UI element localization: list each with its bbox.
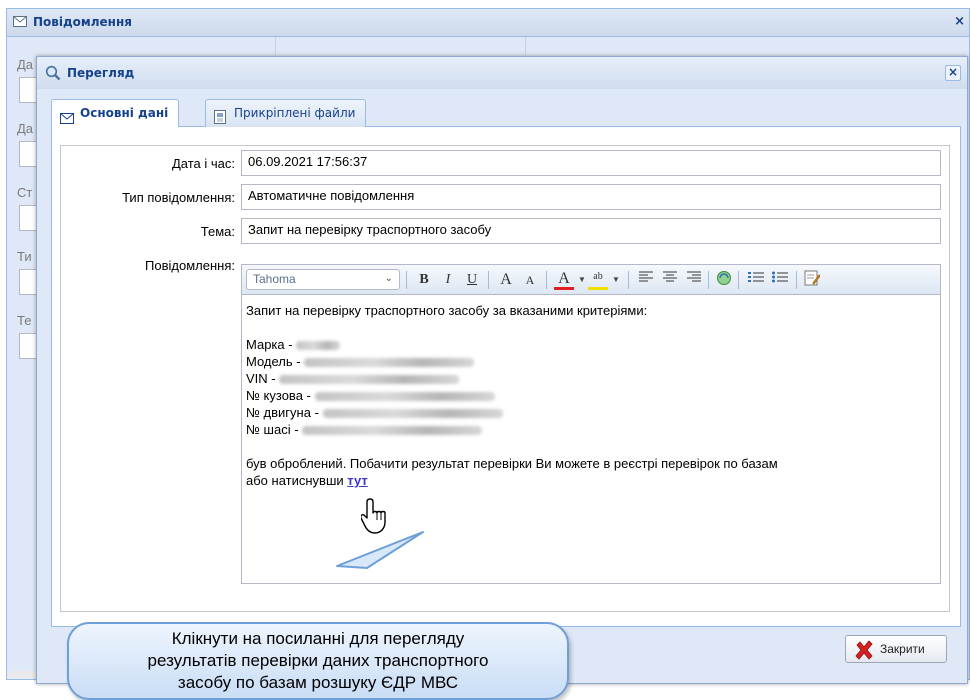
subject-label: Тема:	[200, 224, 235, 239]
chevron-down-icon: ⌄	[384, 273, 393, 284]
datetime-field[interactable]: 06.09.2021 17:56:37	[241, 150, 941, 176]
hint-callout: Клікнути на посиланні для перегляду резу…	[67, 622, 569, 700]
message-closing: був оброблений. Побачити результат перев…	[246, 456, 778, 471]
hand-cursor-icon	[361, 498, 386, 534]
tab-label: Основні дані	[80, 106, 169, 120]
callout-line: засобу по базам розшуку ЄДР МВС	[177, 673, 459, 692]
toolbar-separator	[628, 271, 629, 289]
field-label-chassis-number: № шасі -	[246, 422, 299, 437]
background-window-header: Повідомлення ×	[7, 9, 969, 37]
close-button[interactable]: Закрити	[845, 635, 947, 663]
editor-content[interactable]: Запит на перевірку траспортного засобу з…	[242, 296, 940, 583]
redacted-value	[304, 358, 475, 368]
message-editor[interactable]: Tahoma ⌄ B I U A A A ▼ ab ▼ Запит на пер…	[241, 264, 941, 584]
bg-label: Ст	[17, 185, 33, 200]
insert-link-icon[interactable]	[714, 270, 734, 290]
message-field-line: № кузова -	[246, 387, 936, 404]
font-family-value: Tahoma	[253, 272, 296, 286]
background-window-title: Повідомлення	[33, 15, 132, 29]
bg-label: Да	[17, 121, 34, 136]
message-field-line: № шасі -	[246, 421, 936, 438]
envelope-icon	[13, 16, 27, 30]
field-label-engine-number: № двигуна -	[246, 405, 319, 420]
magnifier-icon	[45, 65, 61, 84]
numbered-list-icon[interactable]	[746, 270, 766, 290]
message-type-field[interactable]: Автоматичне повідомлення	[241, 184, 941, 210]
message-field-line: Модель -	[246, 353, 936, 370]
font-color-button[interactable]: A	[554, 270, 574, 290]
background-close-icon[interactable]: ×	[954, 14, 965, 29]
redacted-value	[314, 392, 495, 402]
message-field-line: VIN -	[246, 370, 936, 387]
result-link[interactable]: тут	[347, 473, 367, 488]
underline-button[interactable]: U	[462, 270, 482, 290]
toolbar-separator	[488, 271, 489, 289]
toolbar-separator	[738, 271, 739, 289]
editor-toolbar: Tahoma ⌄ B I U A A A ▼ ab ▼	[242, 265, 940, 295]
toolbar-separator	[796, 271, 797, 289]
field-label-body-number: № кузова -	[246, 388, 311, 403]
message-intro: Запит на перевірку траспортного засобу з…	[246, 303, 648, 318]
datetime-label: Дата і час:	[171, 156, 235, 171]
grid-divider	[275, 37, 276, 55]
align-center-icon[interactable]	[660, 270, 680, 290]
message-closing-2: або натиснувши	[246, 473, 344, 488]
message-field-line: Марка -	[246, 336, 936, 353]
tab-label: Прикріплені файли	[234, 106, 356, 120]
toolbar-separator	[546, 271, 547, 289]
message-type-label: Тип повідомлення:	[122, 190, 235, 205]
tab-bar: Основні дані Прикріплені файли	[51, 97, 961, 128]
form-fieldset: Дата і час: 06.09.2021 17:56:37 Тип пові…	[60, 145, 950, 612]
red-x-icon	[854, 640, 874, 669]
bg-label: Да	[17, 57, 34, 72]
italic-button[interactable]: I	[438, 270, 458, 290]
tab-attached-files[interactable]: Прикріплені файли	[205, 99, 367, 127]
tab-panel-main: Дата і час: 06.09.2021 17:56:37 Тип пові…	[51, 127, 961, 627]
redacted-value	[302, 426, 483, 436]
toolbar-separator	[406, 271, 407, 289]
font-family-select[interactable]: Tahoma ⌄	[246, 269, 400, 290]
redacted-value	[279, 375, 460, 385]
bullet-list-icon[interactable]	[770, 270, 790, 290]
redacted-value	[322, 409, 503, 419]
bg-label: Ти	[17, 249, 32, 264]
bold-button[interactable]: B	[414, 270, 434, 290]
message-label: Повідомлення:	[145, 258, 235, 273]
field-label-model: Модель -	[246, 354, 301, 369]
subject-field[interactable]: Запит на перевірку траспортного засобу	[241, 218, 941, 244]
field-label-vin: VIN -	[246, 371, 276, 386]
callout-line: результатів перевірки даних транспортног…	[147, 651, 489, 670]
close-button-label: Закрити	[880, 642, 925, 656]
shrink-font-button[interactable]: A	[520, 270, 540, 290]
align-left-icon[interactable]	[636, 270, 656, 290]
grow-font-button[interactable]: A	[496, 270, 516, 290]
toolbar-separator	[708, 271, 709, 289]
bg-label: Те	[17, 313, 32, 328]
grid-divider	[525, 37, 526, 55]
message-field-line: № двигуна -	[246, 404, 936, 421]
source-edit-icon[interactable]	[802, 270, 822, 290]
redacted-value	[296, 341, 341, 351]
highlight-button[interactable]: ab	[588, 270, 608, 290]
view-dialog: Перегляд × Основні дані Прикріплені файл…	[36, 56, 968, 700]
tab-main-data[interactable]: Основні дані	[51, 99, 180, 128]
field-label-brand: Марка -	[246, 337, 293, 352]
highlight-dropdown-icon[interactable]: ▼	[606, 270, 626, 290]
dialog-title: Перегляд	[67, 66, 135, 80]
align-right-icon[interactable]	[684, 270, 704, 290]
dialog-header: Перегляд ×	[37, 57, 967, 89]
callout-line: Клікнути на посиланні для перегляду	[171, 629, 465, 648]
dialog-close-icon[interactable]: ×	[945, 65, 961, 81]
